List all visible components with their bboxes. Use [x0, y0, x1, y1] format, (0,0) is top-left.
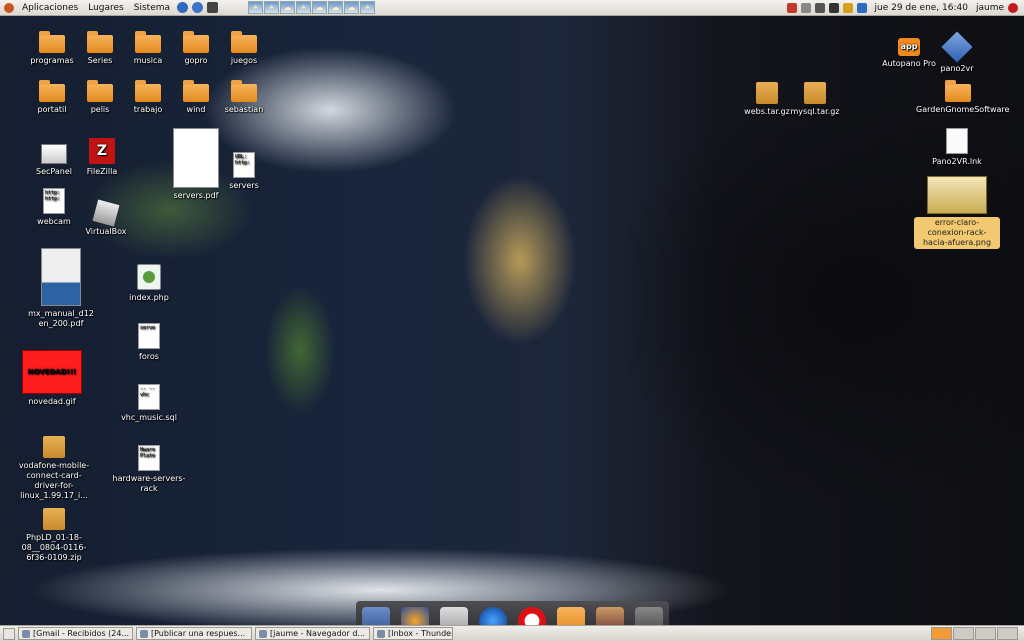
browser-launcher-icon[interactable]: [177, 2, 188, 13]
weather-day-icon: ☁: [312, 1, 327, 14]
weather-day-icon: ☁: [328, 1, 343, 14]
shortcut-file-icon: [946, 128, 968, 154]
clock[interactable]: jue 29 de ene, 16:40: [875, 3, 968, 13]
file-mx-manual[interactable]: mx_manual_d12 en_200.pdf: [22, 248, 100, 329]
file-index-php[interactable]: index.php: [117, 262, 181, 303]
image-thumbnail-icon: NOVEDAD!!!: [22, 350, 82, 394]
file-hardware-rack[interactable]: Hware Platehardware-servers-rack: [110, 445, 188, 494]
task-publicar[interactable]: [Publicar una respues...: [136, 627, 252, 640]
archive-icon: [804, 82, 826, 104]
text-document-icon: http: http:: [43, 188, 65, 214]
workspace-2[interactable]: [953, 627, 974, 640]
bottom-panel: [Gmail - Recibidos (24... [Publicar una …: [0, 625, 1024, 641]
weather-forecast[interactable]: ☀ ☀ ☁ ☀ ☁ ☁ ☁ ☀: [248, 1, 376, 14]
power-icon[interactable]: [1008, 3, 1018, 13]
pdf-document-icon: [41, 248, 81, 306]
task-navegador[interactable]: [jaume - Navegador d...: [255, 627, 370, 640]
menu-sistema[interactable]: Sistema: [129, 3, 175, 13]
archive-icon: [43, 508, 65, 530]
folder-icon: [231, 84, 257, 102]
file-error-png[interactable]: error-claro-conexion-rack-hacia-afuera.p…: [914, 176, 1000, 249]
task-thunderbird[interactable]: [Inbox - Thunderbird]: [373, 627, 453, 640]
weather-day-icon: ☀: [264, 1, 279, 14]
text-document-icon: serve: [138, 323, 160, 349]
menu-aplicaciones[interactable]: Aplicaciones: [17, 3, 83, 13]
folder-sebastian[interactable]: sebastian: [212, 81, 276, 115]
weather-day-icon: ☀: [360, 1, 375, 14]
folder-icon: [39, 84, 65, 102]
terminal-icon[interactable]: [207, 2, 218, 13]
folder-icon: [135, 84, 161, 102]
image-thumbnail-icon: [927, 176, 987, 214]
weather-day-icon: ☀: [296, 1, 311, 14]
file-servers[interactable]: URL: http:servers: [212, 152, 276, 191]
workspace-switcher: [930, 627, 1018, 640]
volume-icon[interactable]: [815, 3, 825, 13]
pano2vr-icon: [941, 31, 972, 62]
file-pano2vr-lnk[interactable]: Pano2VR.lnk: [925, 128, 989, 167]
virtualbox-icon: [93, 200, 120, 227]
display-icon[interactable]: [829, 3, 839, 13]
help-icon[interactable]: [192, 2, 203, 13]
workspace-4[interactable]: [997, 627, 1018, 640]
folder-icon: [231, 35, 257, 53]
filezilla-icon: Z: [89, 138, 115, 164]
desktop: Aplicaciones Lugares Sistema ☀ ☀ ☁ ☀ ☁ ☁…: [0, 0, 1024, 640]
folder-icon: [183, 84, 209, 102]
update-icon[interactable]: [787, 3, 797, 13]
workspace-1[interactable]: [931, 627, 952, 640]
menu-lugares[interactable]: Lugares: [83, 3, 129, 13]
network-icon[interactable]: [801, 3, 811, 13]
folder-gardengnome[interactable]: GardenGnomeSoftware: [916, 81, 1000, 115]
file-mysql-tar[interactable]: mysql.tar.gz: [783, 80, 847, 117]
text-document-icon: URL: http:: [233, 152, 255, 178]
autopano-icon: app: [898, 38, 920, 56]
folder-icon: [945, 84, 971, 102]
file-foros[interactable]: serveforos: [117, 323, 181, 362]
show-desktop-icon[interactable]: [3, 628, 15, 640]
app-pano2vr[interactable]: pano2vr: [925, 32, 989, 74]
weather-day-icon: ☁: [344, 1, 359, 14]
app-virtualbox[interactable]: VirtualBox: [74, 198, 138, 237]
workspace-3[interactable]: [975, 627, 996, 640]
mail-icon[interactable]: [857, 3, 867, 13]
folder-icon: [87, 35, 113, 53]
folder-icon: [39, 35, 65, 53]
folder-icon: [183, 35, 209, 53]
folder-juegos[interactable]: juegos: [212, 32, 276, 66]
folder-icon: [135, 35, 161, 53]
weather-day-icon: ☀: [248, 1, 263, 14]
archive-icon: [756, 82, 778, 104]
clipboard-icon[interactable]: [843, 3, 853, 13]
system-tray: jue 29 de ene, 16:40 jaume: [785, 0, 1024, 15]
task-gmail[interactable]: [Gmail - Recibidos (24...: [18, 627, 133, 640]
file-phpld-zip[interactable]: PhpLD_01-18-08__0804-0116-6f36-0109.zip: [14, 506, 94, 563]
user-menu[interactable]: jaume: [976, 3, 1004, 13]
file-novedad-gif[interactable]: NOVEDAD!!!novedad.gif: [20, 350, 84, 407]
package-icon: [43, 436, 65, 458]
file-vodafone[interactable]: vodafone-mobile-connect-card-driver-for-…: [14, 434, 94, 501]
top-panel: Aplicaciones Lugares Sistema ☀ ☀ ☁ ☀ ☁ ☁…: [0, 0, 1024, 16]
file-vhc-music-sql[interactable]: -- -- vhcvhc_music.sql: [110, 384, 188, 423]
php-file-icon: [137, 264, 161, 290]
ubuntu-logo-icon[interactable]: [4, 3, 14, 13]
folder-icon: [87, 84, 113, 102]
weather-day-icon: ☁: [280, 1, 295, 14]
app-filezilla[interactable]: ZFileZilla: [70, 138, 134, 177]
text-document-icon: Hware Plate: [138, 445, 160, 471]
secpanel-icon: [41, 144, 67, 164]
sql-file-icon: -- -- vhc: [138, 384, 160, 410]
